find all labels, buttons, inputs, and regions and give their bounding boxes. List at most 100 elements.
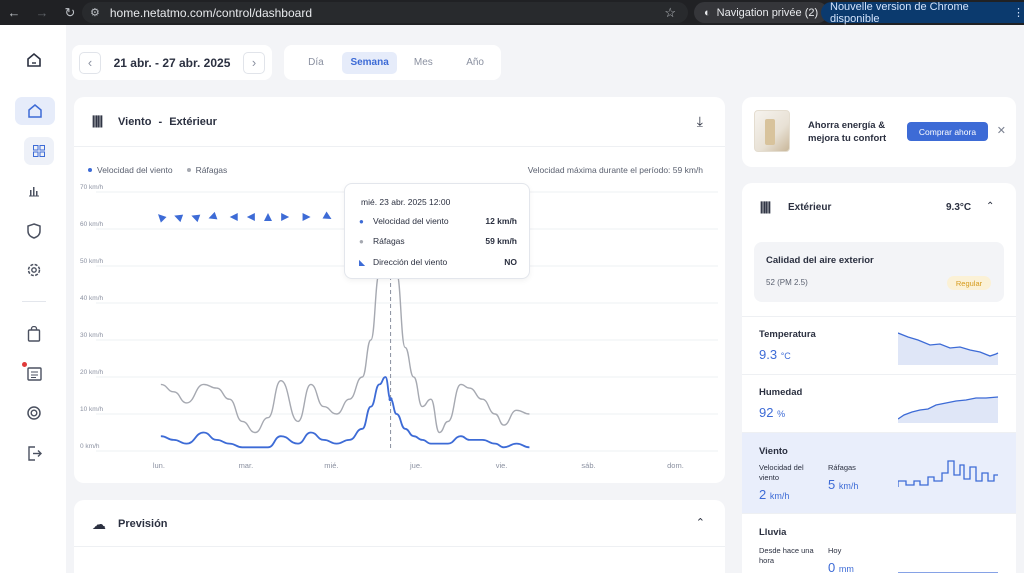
tab-week[interactable]: Semana bbox=[341, 51, 398, 74]
wind-sparkline bbox=[898, 460, 998, 487]
highlight-point-speed bbox=[388, 397, 393, 402]
site-settings-icon[interactable]: ⚙ bbox=[90, 6, 100, 19]
wind-direction-arrow bbox=[229, 213, 238, 221]
tooltip-label-gusts: Ráfagas bbox=[373, 236, 405, 246]
humidity-value: 92 % bbox=[759, 405, 785, 420]
cloud-icon: ☁ bbox=[92, 516, 106, 532]
y-tick-label: 0 km/h bbox=[80, 443, 100, 450]
y-tick-label: 40 km/h bbox=[80, 295, 104, 302]
close-icon[interactable]: ✕ bbox=[997, 124, 1006, 137]
y-tick-label: 70 km/h bbox=[80, 184, 104, 191]
wind-direction-arrow bbox=[302, 213, 311, 221]
humidity-number: 92 bbox=[759, 405, 774, 420]
forecast-card[interactable]: ☁ Previsión ⌃ bbox=[74, 500, 725, 573]
dashboard-grid-icon[interactable] bbox=[24, 137, 54, 165]
tooltip-label-speed: Velocidad del viento bbox=[373, 216, 449, 226]
y-tick-label: 30 km/h bbox=[80, 332, 104, 339]
bookmark-star-icon[interactable]: ☆ bbox=[664, 5, 676, 21]
station-module-icon: ⫼⫼ bbox=[760, 200, 771, 215]
house-nav-icon[interactable] bbox=[15, 97, 55, 125]
shield-icon[interactable] bbox=[19, 216, 49, 246]
wind-direction-arrow bbox=[264, 213, 272, 221]
buy-now-button[interactable]: Comprar ahora bbox=[907, 122, 988, 141]
legend-item-speed[interactable]: Velocidad del viento bbox=[88, 165, 173, 175]
x-tick-label: vie. bbox=[496, 461, 508, 470]
tooltip-row-speed: ● Velocidad del viento 12 km/h bbox=[359, 216, 517, 226]
speed-dot-icon: ● bbox=[359, 216, 364, 226]
metric-humidity[interactable]: Humedad 92 % bbox=[742, 374, 1016, 432]
metric-temperature[interactable]: Temperatura 9.3 °C bbox=[742, 316, 1016, 374]
back-icon[interactable]: ← bbox=[0, 5, 28, 20]
wind-speed-label: Velocidad del viento bbox=[759, 463, 804, 482]
chevron-up-icon[interactable]: ⌃ bbox=[696, 516, 705, 529]
rain-today-number: 0 bbox=[828, 560, 836, 573]
station-header[interactable]: ⫼⫼ Extérieur 9.3°C ⌃ bbox=[742, 183, 1016, 233]
x-tick-label: mar. bbox=[239, 461, 254, 470]
settings-gear-icon[interactable] bbox=[19, 255, 49, 285]
air-quality-card[interactable]: Calidad del aire exterior 52 (PM 2.5) Re… bbox=[754, 242, 1004, 302]
previous-period-button[interactable]: ‹ bbox=[79, 51, 101, 74]
tooltip-row-direction: ◣ Dirección del viento NO bbox=[359, 257, 517, 267]
next-period-button[interactable]: › bbox=[243, 51, 265, 74]
thermostat-valve-image bbox=[754, 110, 790, 152]
temperature-sparkline bbox=[898, 332, 999, 365]
x-tick-label: mié. bbox=[324, 461, 338, 470]
chrome-update-button[interactable]: Nouvelle version de Chrome disponible ⋮ bbox=[821, 1, 1024, 25]
logout-icon[interactable] bbox=[19, 438, 49, 468]
wind-speed-unit: km/h bbox=[769, 491, 790, 501]
wind-direction-arrow bbox=[322, 211, 332, 219]
stats-bars-icon[interactable] bbox=[19, 176, 49, 206]
wind-gust-label: Ráfagas bbox=[828, 463, 856, 472]
chevron-up-icon[interactable]: ⌃ bbox=[986, 201, 994, 212]
x-tick-label: dom. bbox=[667, 461, 684, 470]
station-name: Extérieur bbox=[788, 202, 832, 213]
wind-chart-card: ⫼⫼ Viento - Extérieur ⤓ 0 km/h 10 km/h 20 … bbox=[74, 97, 725, 483]
news-icon[interactable] bbox=[19, 359, 49, 389]
tab-year[interactable]: Año bbox=[449, 52, 501, 74]
wind-title: Viento bbox=[759, 446, 788, 457]
legend-item-gusts[interactable]: Ráfagas bbox=[186, 165, 228, 175]
wind-direction-arrow bbox=[191, 214, 201, 223]
air-quality-badge: Regular bbox=[947, 276, 991, 290]
rain-title: Lluvia bbox=[759, 527, 787, 538]
incognito-icon: ◐ bbox=[704, 6, 711, 19]
y-tick-label: 50 km/h bbox=[80, 258, 104, 265]
humidity-sparkline bbox=[898, 396, 999, 423]
incognito-badge[interactable]: ◐ Navigation privée (2) bbox=[694, 2, 829, 23]
date-range-label: 21 abr. - 27 abr. 2025 bbox=[113, 55, 231, 70]
humidity-title: Humedad bbox=[759, 387, 803, 398]
wind-direction-arrow bbox=[174, 214, 184, 223]
date-range-selector: ‹ 21 abr. - 27 abr. 2025 › bbox=[72, 45, 272, 80]
station-panel: ⫼⫼ Extérieur 9.3°C ⌃ Calidad del aire ex… bbox=[742, 183, 1016, 573]
wind-direction-arrow bbox=[246, 213, 255, 221]
rain-today-value: 0 mm bbox=[828, 560, 854, 573]
legend-label-speed: Velocidad del viento bbox=[97, 165, 173, 175]
tooltip-date: mié. 23 abr. 2025 12:00 bbox=[361, 197, 451, 207]
station-temperature: 9.3°C bbox=[946, 202, 972, 213]
home-icon[interactable] bbox=[19, 45, 49, 75]
reload-icon[interactable]: ↻ bbox=[56, 5, 84, 21]
rain-today-label: Hoy bbox=[828, 546, 842, 555]
temperature-title: Temperatura bbox=[759, 329, 816, 340]
metric-wind[interactable]: Viento Velocidad del viento 2 km/h Ráfag… bbox=[742, 432, 1016, 513]
address-bar[interactable]: ⚙ home.netatmo.com/control/dashboard ☆ bbox=[82, 2, 688, 23]
wind-direction-arrow bbox=[208, 211, 218, 220]
shopping-bag-icon[interactable] bbox=[19, 319, 49, 349]
x-tick-label: lun. bbox=[153, 461, 165, 470]
tab-month[interactable]: Mes bbox=[397, 52, 449, 74]
chart-legend: Velocidad del viento Ráfagas bbox=[88, 165, 227, 175]
wind-direction-arrow bbox=[158, 214, 167, 223]
browser-toolbar: ← → ↻ ⚙ home.netatmo.com/control/dashboa… bbox=[0, 0, 1024, 25]
wind-speed-number: 2 bbox=[759, 487, 767, 502]
metric-rain[interactable]: Lluvia Desde hace una hora Hoy 0 mm bbox=[742, 513, 1016, 573]
wind-chart-svg[interactable]: 0 km/h 10 km/h 20 km/h 30 km/h 40 km/h 50 km/… bbox=[74, 97, 725, 483]
air-quality-title: Calidad del aire exterior bbox=[766, 255, 874, 266]
more-options-icon[interactable]: ⋮ bbox=[1013, 6, 1024, 19]
legend-label-gusts: Ráfagas bbox=[195, 165, 228, 175]
incognito-label: Navigation privée (2) bbox=[716, 6, 819, 19]
tab-day[interactable]: Día bbox=[290, 52, 342, 74]
forward-icon[interactable]: → bbox=[28, 5, 56, 20]
tooltip-value-speed: 12 km/h bbox=[485, 216, 517, 226]
help-lifebuoy-icon[interactable] bbox=[19, 398, 49, 428]
rain-sparkline bbox=[898, 572, 998, 573]
